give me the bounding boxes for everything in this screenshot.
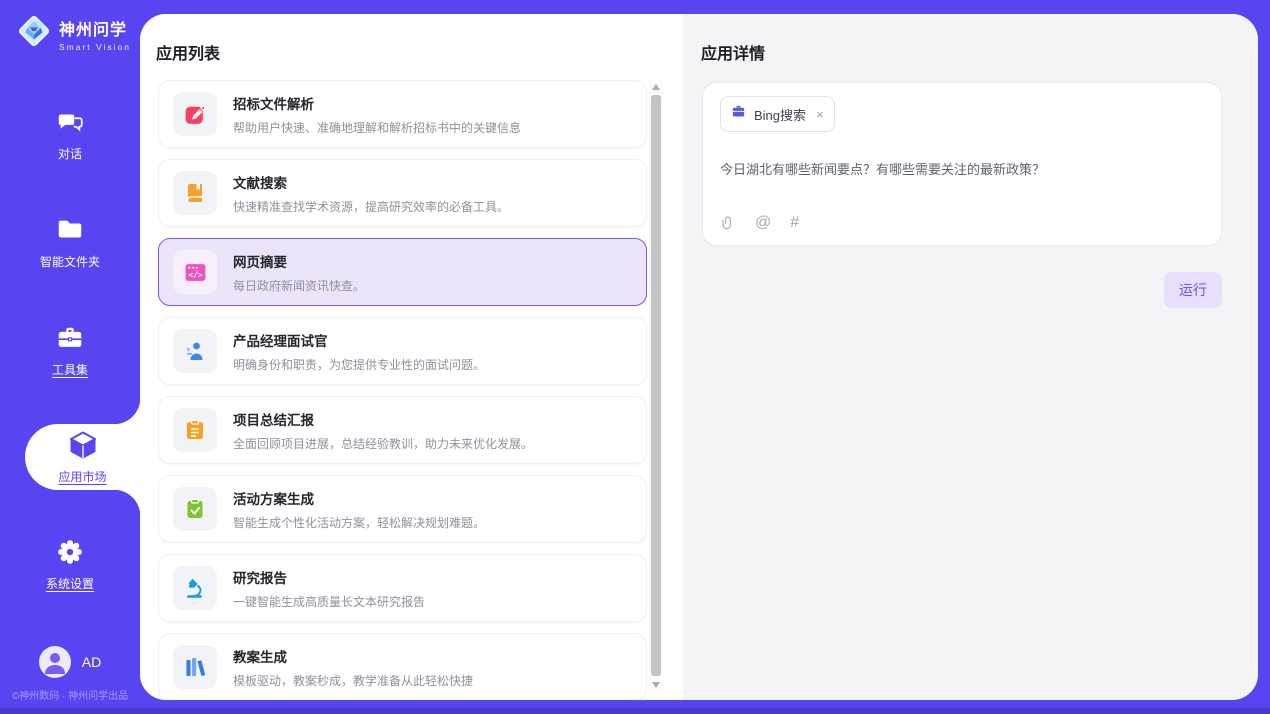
logo-diamond-icon xyxy=(16,13,52,54)
app-list-item[interactable]: 招标文件解析帮助用户快速、准确地理解和解析招标书中的关键信息 xyxy=(158,80,647,148)
app-name: 研究报告 xyxy=(233,567,425,587)
sidebar-item-chat[interactable]: 对话 xyxy=(0,100,140,168)
triangle-down-icon xyxy=(652,682,660,688)
gear-icon xyxy=(55,536,85,568)
sidebar-item-label: 应用市场 xyxy=(58,468,106,485)
sidebar-item-toolset[interactable]: 工具集 xyxy=(0,316,140,384)
app-description: 全面回顾项目进展，总结经验教训，助力未来优化发展。 xyxy=(233,435,533,452)
logo: 神州问学 Smart Vision xyxy=(16,13,131,54)
plan-check-icon xyxy=(173,487,217,531)
app-list-item[interactable]: 教案生成模板驱动，教案秒成，教学准备从此轻松快捷 xyxy=(158,633,647,700)
app-name: 教案生成 xyxy=(233,646,473,666)
cube-icon xyxy=(67,429,99,461)
svg-text:</>: </> xyxy=(188,270,202,279)
app-name: 项目总结汇报 xyxy=(233,409,533,429)
app-window: 神州问学 Smart Vision 对话 智能文件夹 工具集 应用市场 系统设置 xyxy=(0,0,1270,714)
content-container: 应用列表 招标文件解析帮助用户快速、准确地理解和解析招标书中的关键信息 文献搜索… xyxy=(140,14,1258,700)
scrollbar-thumb[interactable] xyxy=(651,95,661,676)
tool-chip[interactable]: Bing搜索 × xyxy=(720,96,835,132)
app-name: 产品经理面试官 xyxy=(233,330,485,350)
sidebar-item-app-market[interactable]: 应用市场 xyxy=(25,424,140,490)
app-list-item[interactable]: 研究报告一键智能生成高质量长文本研究报告 xyxy=(158,554,647,622)
app-detail-panel: 应用详情 Bing搜索 × 今日湖北有哪些新闻要点？有哪些需要关注的最新政策？ xyxy=(683,14,1258,700)
bottom-edge xyxy=(0,708,1270,714)
app-description: 模板驱动，教案秒成，教学准备从此轻松快捷 xyxy=(233,672,473,689)
run-button[interactable]: 运行 xyxy=(1164,272,1222,308)
avatar xyxy=(39,646,71,678)
query-input-card[interactable]: Bing搜索 × 今日湖北有哪些新闻要点？有哪些需要关注的最新政策？ @ # xyxy=(702,82,1222,246)
scrollbar xyxy=(649,80,662,692)
briefcase-icon xyxy=(731,104,746,124)
mention-icon[interactable]: @ xyxy=(755,214,771,232)
sidebar: 神州问学 Smart Vision 对话 智能文件夹 工具集 应用市场 系统设置 xyxy=(0,0,140,714)
microscope-icon xyxy=(173,566,217,610)
folder-icon xyxy=(55,214,85,246)
sidebar-item-label: 系统设置 xyxy=(46,575,94,592)
composer-toolbar: @ # xyxy=(720,214,799,232)
sidebar-item-label: 工具集 xyxy=(52,361,88,378)
app-description: 快速精准查找学术资源，提高研究效率的必备工具。 xyxy=(233,198,509,215)
app-list-panel: 应用列表 招标文件解析帮助用户快速、准确地理解和解析招标书中的关键信息 文献搜索… xyxy=(140,14,683,700)
sidebar-item-label: 对话 xyxy=(58,145,82,162)
chat-icon xyxy=(55,106,85,138)
app-description: 一键智能生成高质量长文本研究报告 xyxy=(233,593,425,610)
query-text: 今日湖北有哪些新闻要点？有哪些需要关注的最新政策？ xyxy=(720,159,1204,178)
scroll-up-button[interactable] xyxy=(649,80,662,94)
app-list-item[interactable]: 项目总结汇报全面回顾项目进展，总结经验教训，助力未来优化发展。 xyxy=(158,396,647,464)
bid-doc-icon xyxy=(173,92,217,136)
app-detail-title: 应用详情 xyxy=(701,40,765,64)
scroll-down-button[interactable] xyxy=(649,678,662,692)
clipboard-icon xyxy=(173,408,217,452)
books-icon xyxy=(173,645,217,689)
user-button[interactable]: AD xyxy=(0,646,140,678)
logo-title: 神州问学 xyxy=(59,16,131,40)
book-icon xyxy=(173,171,217,215)
sidebar-item-smart-folders[interactable]: 智能文件夹 xyxy=(0,208,140,276)
sidebar-nav: 对话 智能文件夹 工具集 应用市场 系统设置 xyxy=(0,100,140,638)
chip-close-icon[interactable]: × xyxy=(814,107,824,122)
app-list: 招标文件解析帮助用户快速、准确地理解和解析招标书中的关键信息 文献搜索快速精准查… xyxy=(158,80,647,700)
app-description: 明确身份和职责，为您提供专业性的面试问题。 xyxy=(233,356,485,373)
app-name: 文献搜索 xyxy=(233,172,509,192)
attachment-icon[interactable] xyxy=(720,215,736,231)
app-list-item[interactable]: 活动方案生成智能生成个性化活动方案，轻松解决规划难题。 xyxy=(158,475,647,543)
app-name: 网页摘要 xyxy=(233,251,365,271)
app-description: 帮助用户快速、准确地理解和解析招标书中的关键信息 xyxy=(233,119,521,136)
app-list-title: 应用列表 xyxy=(156,40,220,64)
app-list-item[interactable]: 产品经理面试官明确身份和职责，为您提供专业性的面试问题。 xyxy=(158,317,647,385)
app-name: 活动方案生成 xyxy=(233,488,485,508)
sidebar-item-system-settings[interactable]: 系统设置 xyxy=(0,530,140,598)
toolbox-icon xyxy=(55,322,85,354)
app-list-item[interactable]: </> 网页摘要每日政府新闻资讯快查。 xyxy=(158,238,647,306)
webpage-icon: </> xyxy=(173,250,217,294)
app-list-item[interactable]: 文献搜索快速精准查找学术资源，提高研究效率的必备工具。 xyxy=(158,159,647,227)
app-description: 每日政府新闻资讯快查。 xyxy=(233,277,365,294)
interviewer-icon xyxy=(173,329,217,373)
tool-chip-label: Bing搜索 xyxy=(754,105,806,124)
sidebar-footer: ©神州数码 · 神州问学出品 xyxy=(0,687,140,702)
hash-icon[interactable]: # xyxy=(790,214,799,232)
app-description: 智能生成个性化活动方案，轻松解决规划难题。 xyxy=(233,514,485,531)
sidebar-item-label: 智能文件夹 xyxy=(40,253,100,270)
logo-subtitle: Smart Vision xyxy=(59,42,131,52)
triangle-up-icon xyxy=(652,84,660,90)
app-name: 招标文件解析 xyxy=(233,93,521,113)
user-label: AD xyxy=(82,654,101,670)
